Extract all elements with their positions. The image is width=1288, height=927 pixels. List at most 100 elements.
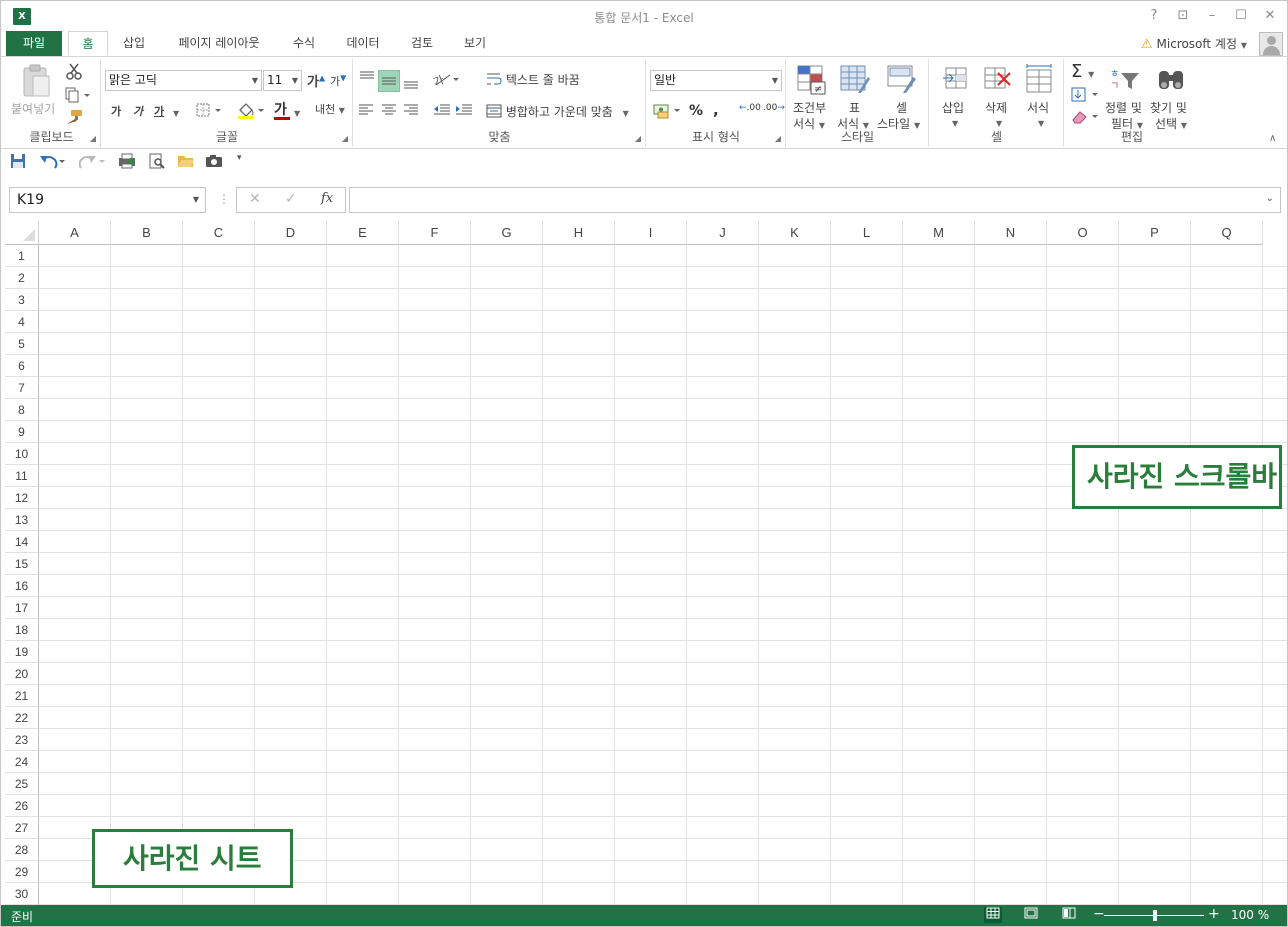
cancel-entry-button[interactable]: ✕: [249, 191, 261, 207]
bottom-align-icon[interactable]: [402, 73, 420, 94]
formula-bar-resize-handle[interactable]: ⋮: [218, 192, 230, 206]
camera-icon[interactable]: [205, 153, 223, 173]
merge-center-button[interactable]: 병합하고 가운데 맞춤 ▼: [486, 103, 629, 120]
tab-file[interactable]: 파일: [6, 31, 62, 56]
column-header[interactable]: Q: [1191, 221, 1263, 245]
row-header[interactable]: 1: [5, 245, 39, 267]
row-header[interactable]: 2: [5, 267, 39, 289]
row-header[interactable]: 19: [5, 641, 39, 663]
quick-print-icon[interactable]: [118, 153, 136, 173]
tab-review[interactable]: 검토: [401, 31, 443, 56]
tab-page-layout[interactable]: 페이지 레이아웃: [165, 31, 273, 56]
format-as-table-icon[interactable]: [840, 65, 870, 98]
insert-function-button[interactable]: fx: [321, 191, 333, 206]
delete-cells-label[interactable]: 삭제: [985, 99, 1007, 116]
tab-formulas[interactable]: 수식: [283, 31, 325, 56]
row-header[interactable]: 27: [5, 817, 39, 839]
tab-view[interactable]: 보기: [454, 31, 496, 56]
find-select-label-1[interactable]: 찾기 및: [1150, 99, 1187, 116]
minimize-button[interactable]: –: [1202, 7, 1222, 25]
column-header[interactable]: D: [255, 221, 327, 245]
find-select-icon[interactable]: [1157, 65, 1187, 98]
comma-style-button[interactable]: ,: [713, 101, 719, 119]
collapse-ribbon-icon[interactable]: ∧: [1269, 133, 1276, 144]
row-header[interactable]: 14: [5, 531, 39, 553]
align-left-icon[interactable]: [358, 103, 374, 120]
column-header[interactable]: H: [543, 221, 615, 245]
row-header[interactable]: 11: [5, 465, 39, 487]
maximize-button[interactable]: ☐: [1231, 7, 1251, 25]
shrink-font-button[interactable]: 가▼: [330, 73, 346, 89]
row-header[interactable]: 20: [5, 663, 39, 685]
row-header[interactable]: 3: [5, 289, 39, 311]
row-header[interactable]: 15: [5, 553, 39, 575]
grow-font-button[interactable]: 가▲: [307, 71, 325, 90]
print-preview-icon[interactable]: [148, 153, 166, 173]
number-launcher-icon[interactable]: ◢: [775, 134, 781, 143]
zoom-out-button[interactable]: −: [1093, 906, 1105, 922]
conditional-formatting-icon[interactable]: ≠: [797, 65, 827, 98]
format-painter-icon[interactable]: [65, 109, 83, 128]
middle-align-icon[interactable]: [378, 70, 400, 92]
align-right-icon[interactable]: [403, 103, 419, 120]
avatar[interactable]: [1259, 32, 1283, 56]
insert-cells-icon[interactable]: [940, 65, 970, 98]
format-cells-dropdown[interactable]: ▼: [1038, 115, 1044, 129]
format-as-table-label-1[interactable]: 표: [849, 99, 860, 116]
tab-data[interactable]: 데이터: [337, 31, 389, 56]
account-menu[interactable]: ⚠ Microsoft 계정 ▼: [1141, 35, 1247, 52]
zoom-in-button[interactable]: +: [1208, 906, 1220, 922]
row-header[interactable]: 28: [5, 839, 39, 861]
align-center-icon[interactable]: [381, 103, 397, 120]
row-header[interactable]: 30: [5, 883, 39, 905]
font-size-select[interactable]: 11 ▼: [263, 70, 302, 91]
sort-filter-label-1[interactable]: 정렬 및: [1105, 99, 1142, 116]
accounting-format-icon[interactable]: [653, 102, 683, 123]
row-header[interactable]: 8: [5, 399, 39, 421]
font-name-select[interactable]: 맑은 고딕 ▼: [105, 70, 262, 91]
redo-button[interactable]: [78, 153, 107, 173]
name-box[interactable]: K19 ▼: [9, 187, 206, 213]
decrease-decimal-button[interactable]: .00→: [763, 103, 785, 113]
fill-icon[interactable]: [1071, 87, 1101, 106]
row-header[interactable]: 17: [5, 597, 39, 619]
cell-styles-label-1[interactable]: 셀: [896, 99, 907, 116]
font-color-dropdown[interactable]: ▼: [294, 105, 300, 119]
close-button[interactable]: ✕: [1260, 7, 1280, 25]
column-header[interactable]: B: [111, 221, 183, 245]
zoom-slider-thumb[interactable]: [1153, 910, 1157, 921]
percent-style-button[interactable]: %: [689, 103, 703, 119]
column-header[interactable]: L: [831, 221, 903, 245]
page-break-view-icon[interactable]: [1060, 907, 1078, 923]
column-header[interactable]: A: [39, 221, 111, 245]
phonetic-guide-button[interactable]: 내천 ▼: [315, 101, 345, 117]
row-header[interactable]: 10: [5, 443, 39, 465]
italic-button[interactable]: 가: [133, 103, 143, 119]
clear-icon[interactable]: [1071, 109, 1101, 128]
fill-color-icon[interactable]: [236, 101, 266, 122]
column-header[interactable]: K: [759, 221, 831, 245]
row-header[interactable]: 13: [5, 509, 39, 531]
clipboard-launcher-icon[interactable]: ◢: [90, 134, 96, 143]
column-header[interactable]: G: [471, 221, 543, 245]
bold-button[interactable]: 가: [111, 103, 121, 119]
normal-view-icon[interactable]: [984, 907, 1002, 923]
save-icon[interactable]: [10, 153, 26, 173]
row-header[interactable]: 21: [5, 685, 39, 707]
orientation-icon[interactable]: 가: [432, 71, 462, 90]
row-header[interactable]: 22: [5, 707, 39, 729]
insert-cells-label[interactable]: 삽입: [942, 99, 964, 116]
font-color-button[interactable]: 가: [274, 99, 290, 120]
row-header[interactable]: 9: [5, 421, 39, 443]
column-header[interactable]: P: [1119, 221, 1191, 245]
tab-insert[interactable]: 삽입: [113, 31, 155, 56]
insert-cells-dropdown[interactable]: ▼: [952, 115, 958, 129]
column-header[interactable]: N: [975, 221, 1047, 245]
row-header[interactable]: 4: [5, 311, 39, 333]
row-header[interactable]: 25: [5, 773, 39, 795]
borders-icon[interactable]: [196, 103, 224, 120]
row-header[interactable]: 16: [5, 575, 39, 597]
decrease-indent-icon[interactable]: [433, 103, 451, 120]
conditional-formatting-label-1[interactable]: 조건부: [793, 99, 826, 116]
sort-filter-icon[interactable]: ㅎㄱ: [1109, 65, 1141, 98]
